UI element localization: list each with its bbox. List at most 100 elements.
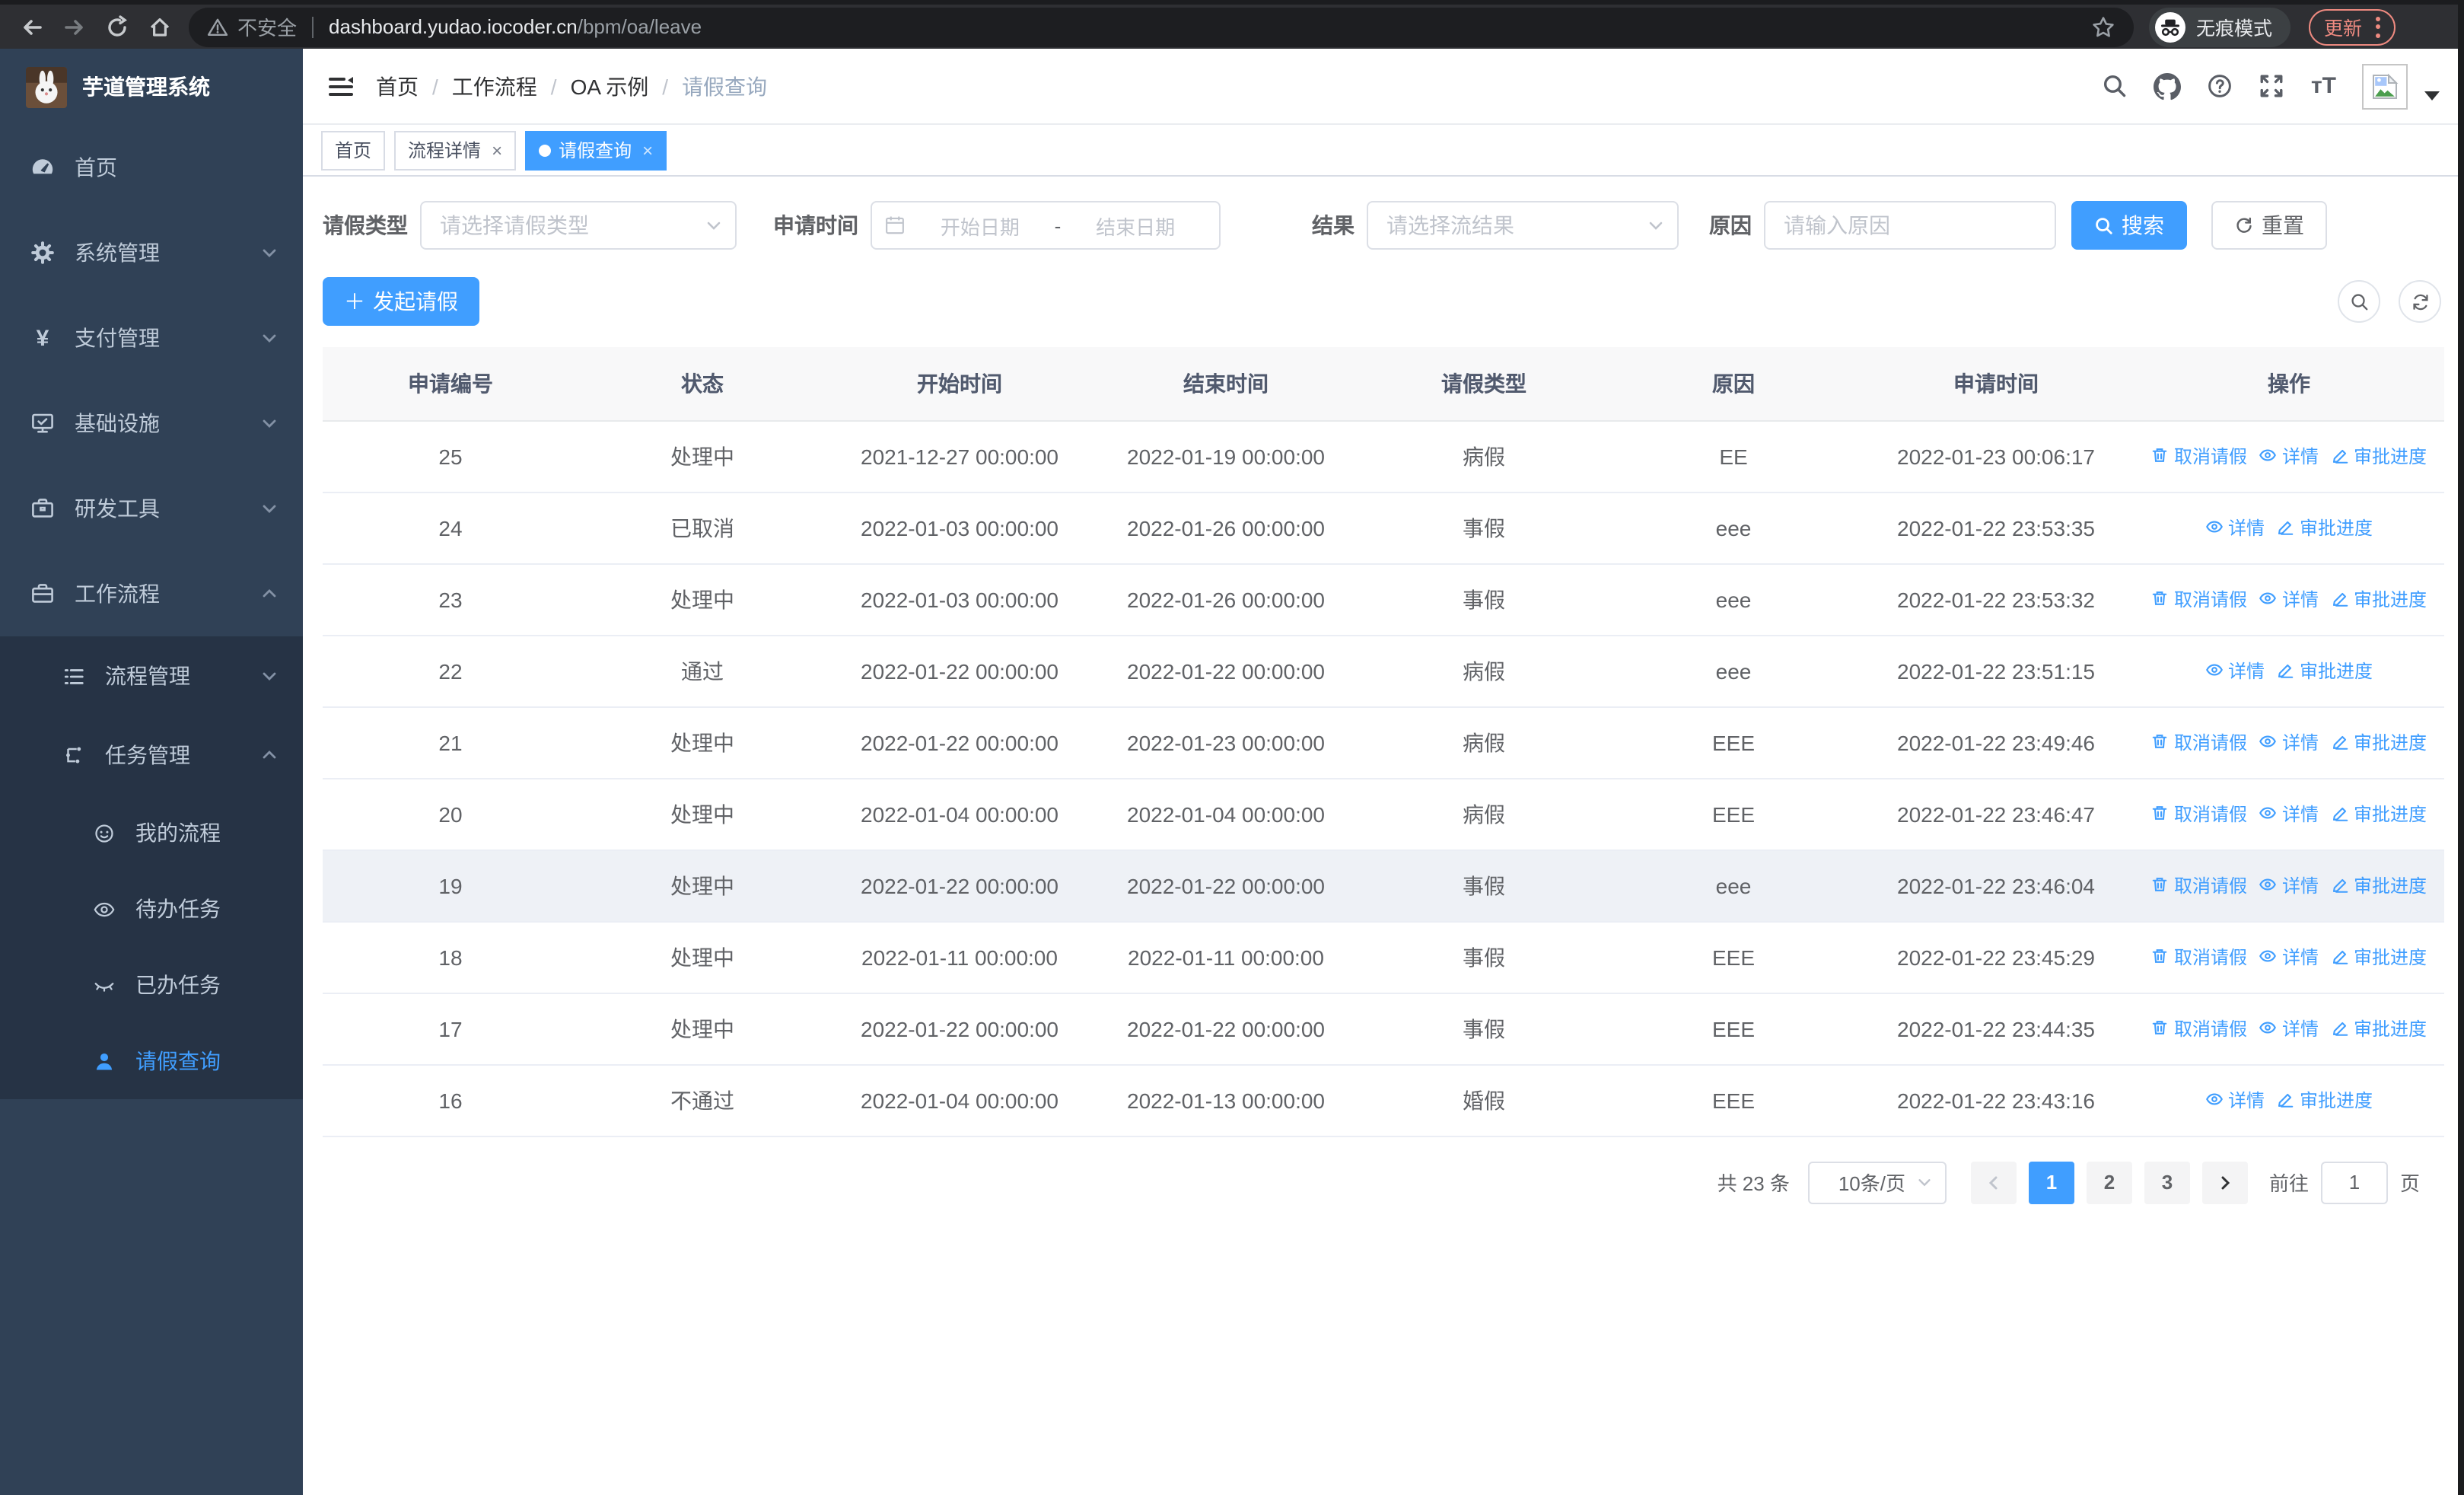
page-button-3[interactable]: 3 — [2144, 1161, 2190, 1203]
progress-link[interactable]: 审批进度 — [2277, 658, 2373, 684]
sidebar-item-home[interactable]: 首页 — [0, 125, 303, 210]
cell-leave-type: 病假 — [1359, 706, 1609, 779]
help-icon[interactable] — [2208, 73, 2233, 99]
progress-link[interactable]: 审批进度 — [2331, 944, 2427, 970]
refresh-table-button[interactable] — [2399, 280, 2441, 323]
table-row: 19 处理中 2022-01-22 00:00:00 2022-01-22 00:00… — [323, 850, 2444, 922]
browser-reload-icon[interactable] — [97, 7, 137, 46]
sidebar-item-payment[interactable]: ¥ 支付管理 — [0, 295, 303, 381]
cell-reason: eee — [1609, 635, 1858, 707]
close-icon[interactable]: × — [642, 141, 653, 159]
cancel-leave-link[interactable]: 取消请假 — [2151, 1015, 2247, 1041]
cell-apply-time: 2022-01-22 23:44:35 — [1858, 993, 2134, 1065]
browser-back-icon[interactable] — [12, 7, 52, 46]
breadcrumb-workflow[interactable]: 工作流程 — [452, 71, 537, 101]
cell-end-time: 2022-01-11 00:00:00 — [1093, 921, 1359, 993]
app-logo[interactable]: 芋道管理系统 — [0, 49, 303, 125]
detail-link[interactable]: 详情 — [2259, 443, 2319, 469]
browser-chrome: 不安全 dashboard.yudao.iocoder.cn/bpm/oa/le… — [0, 0, 2464, 49]
detail-link[interactable]: 详情 — [2205, 658, 2265, 684]
progress-link[interactable]: 审批进度 — [2331, 586, 2427, 612]
cell-apply-time: 2022-01-22 23:43:16 — [1858, 1064, 2134, 1136]
browser-menu-icon[interactable] — [2376, 16, 2381, 37]
update-button[interactable]: 更新 — [2309, 8, 2396, 45]
search-button[interactable]: 搜索 — [2071, 201, 2187, 250]
fullscreen-icon[interactable] — [2259, 73, 2285, 99]
incognito-badge[interactable]: 无痕模式 — [2149, 7, 2291, 46]
browser-home-icon[interactable] — [140, 7, 180, 46]
progress-link[interactable]: 审批进度 — [2331, 872, 2427, 898]
progress-link[interactable]: 审批进度 — [2277, 515, 2373, 540]
sidebar-item-system[interactable]: 系统管理 — [0, 210, 303, 295]
cancel-leave-link[interactable]: 取消请假 — [2151, 944, 2247, 970]
search-icon[interactable] — [2103, 73, 2128, 99]
cell-status: 已取消 — [578, 492, 826, 564]
breadcrumb: 首页 / 工作流程 / OA 示例 / 请假查询 — [376, 71, 767, 101]
cancel-leave-link[interactable]: 取消请假 — [2151, 443, 2247, 469]
sidebar-item-process-mgmt[interactable]: 流程管理 — [0, 636, 303, 716]
detail-link[interactable]: 详情 — [2259, 801, 2319, 827]
progress-link[interactable]: 审批进度 — [2331, 729, 2427, 755]
sidebar-item-leave-query[interactable]: 请假查询 — [0, 1023, 303, 1099]
font-size-icon[interactable]: тT — [2311, 75, 2336, 97]
cancel-leave-link[interactable]: 取消请假 — [2151, 729, 2247, 755]
warning-icon — [207, 16, 228, 37]
sidebar-item-infra[interactable]: 基础设施 — [0, 381, 303, 466]
detail-link[interactable]: 详情 — [2205, 1087, 2265, 1113]
sidebar-item-my-process[interactable]: 我的流程 — [0, 795, 303, 871]
prev-page-button[interactable] — [1970, 1161, 2017, 1203]
progress-link[interactable]: 审批进度 — [2331, 443, 2427, 469]
page-size-select[interactable]: 10条/页 — [1807, 1161, 1947, 1203]
url-bar[interactable]: 不安全 dashboard.yudao.iocoder.cn/bpm/oa/le… — [189, 7, 2134, 46]
apply-time-range-picker[interactable]: 开始日期 - 结束日期 — [871, 201, 1221, 250]
sidebar-item-todo-tasks[interactable]: 待办任务 — [0, 871, 303, 947]
cancel-leave-link[interactable]: 取消请假 — [2151, 586, 2247, 612]
close-icon[interactable]: × — [492, 141, 502, 159]
reason-input[interactable] — [1764, 201, 2056, 250]
cancel-leave-link[interactable]: 取消请假 — [2151, 801, 2247, 827]
reset-button[interactable]: 重置 — [2211, 201, 2327, 250]
next-page-button[interactable] — [2201, 1161, 2248, 1203]
sidebar-item-task-mgmt[interactable]: 任务管理 — [0, 716, 303, 795]
create-leave-button[interactable]: ＋ 发起请假 — [323, 277, 479, 326]
detail-link[interactable]: 详情 — [2259, 729, 2319, 755]
leave-type-select[interactable]: 请选择请假类型 — [420, 201, 737, 250]
cell-actions: 取消请假 详情 审批进度 — [2134, 850, 2444, 922]
progress-link[interactable]: 审批进度 — [2331, 801, 2427, 827]
tab-leave-query[interactable]: 请假查询 × — [525, 130, 667, 170]
cell-apply-id: 23 — [323, 563, 578, 636]
breadcrumb-home[interactable]: 首页 — [376, 71, 419, 101]
goto-page-input[interactable] — [2320, 1161, 2388, 1203]
avatar[interactable] — [2362, 63, 2408, 109]
detail-link[interactable]: 详情 — [2259, 944, 2319, 970]
detail-link[interactable]: 详情 — [2205, 515, 2265, 540]
detail-link[interactable]: 详情 — [2259, 872, 2319, 898]
github-icon[interactable] — [2154, 72, 2182, 100]
detail-link[interactable]: 详情 — [2259, 1015, 2319, 1041]
pagination: 共 23 条 10条/页 123 前往 1 页 — [323, 1161, 2443, 1203]
page-button-1[interactable]: 1 — [2028, 1161, 2074, 1203]
col-end-time: 结束时间 — [1093, 347, 1359, 421]
progress-link[interactable]: 审批进度 — [2277, 1087, 2373, 1113]
bookmark-star-icon[interactable] — [2091, 14, 2115, 39]
table-row: 25 处理中 2021-12-27 00:00:00 2022-01-19 00:00… — [323, 420, 2444, 492]
sidebar-item-workflow[interactable]: 工作流程 — [0, 551, 303, 636]
browser-forward-icon[interactable] — [55, 7, 94, 46]
page-button-2[interactable]: 2 — [2086, 1161, 2132, 1203]
sidebar-fold-icon[interactable] — [327, 72, 355, 100]
avatar-dropdown-caret-icon[interactable] — [2424, 91, 2440, 100]
page-content: 请假类型 请选择请假类型 申请时间 开始日期 - 结束日期 结果 请选择流结果 … — [303, 177, 2464, 1495]
progress-link[interactable]: 审批进度 — [2331, 1015, 2427, 1041]
cancel-leave-link[interactable]: 取消请假 — [2151, 872, 2247, 898]
cell-end-time: 2022-01-23 00:00:00 — [1093, 706, 1359, 779]
tags-view-bar: 首页 流程详情 × 请假查询 × — [303, 125, 2464, 177]
result-select[interactable]: 请选择流结果 — [1367, 201, 1679, 250]
toggle-search-button[interactable] — [2338, 280, 2380, 323]
sidebar-item-done-tasks[interactable]: 已办任务 — [0, 947, 303, 1023]
tab-home[interactable]: 首页 — [321, 130, 386, 170]
sidebar-item-devtools[interactable]: 研发工具 — [0, 466, 303, 551]
tab-process-detail[interactable]: 流程详情 × — [394, 130, 517, 170]
detail-link[interactable]: 详情 — [2259, 586, 2319, 612]
table-row: 22 通过 2022-01-22 00:00:00 2022-01-22 00:00:… — [323, 635, 2444, 707]
breadcrumb-oa-example[interactable]: OA 示例 — [571, 71, 649, 101]
